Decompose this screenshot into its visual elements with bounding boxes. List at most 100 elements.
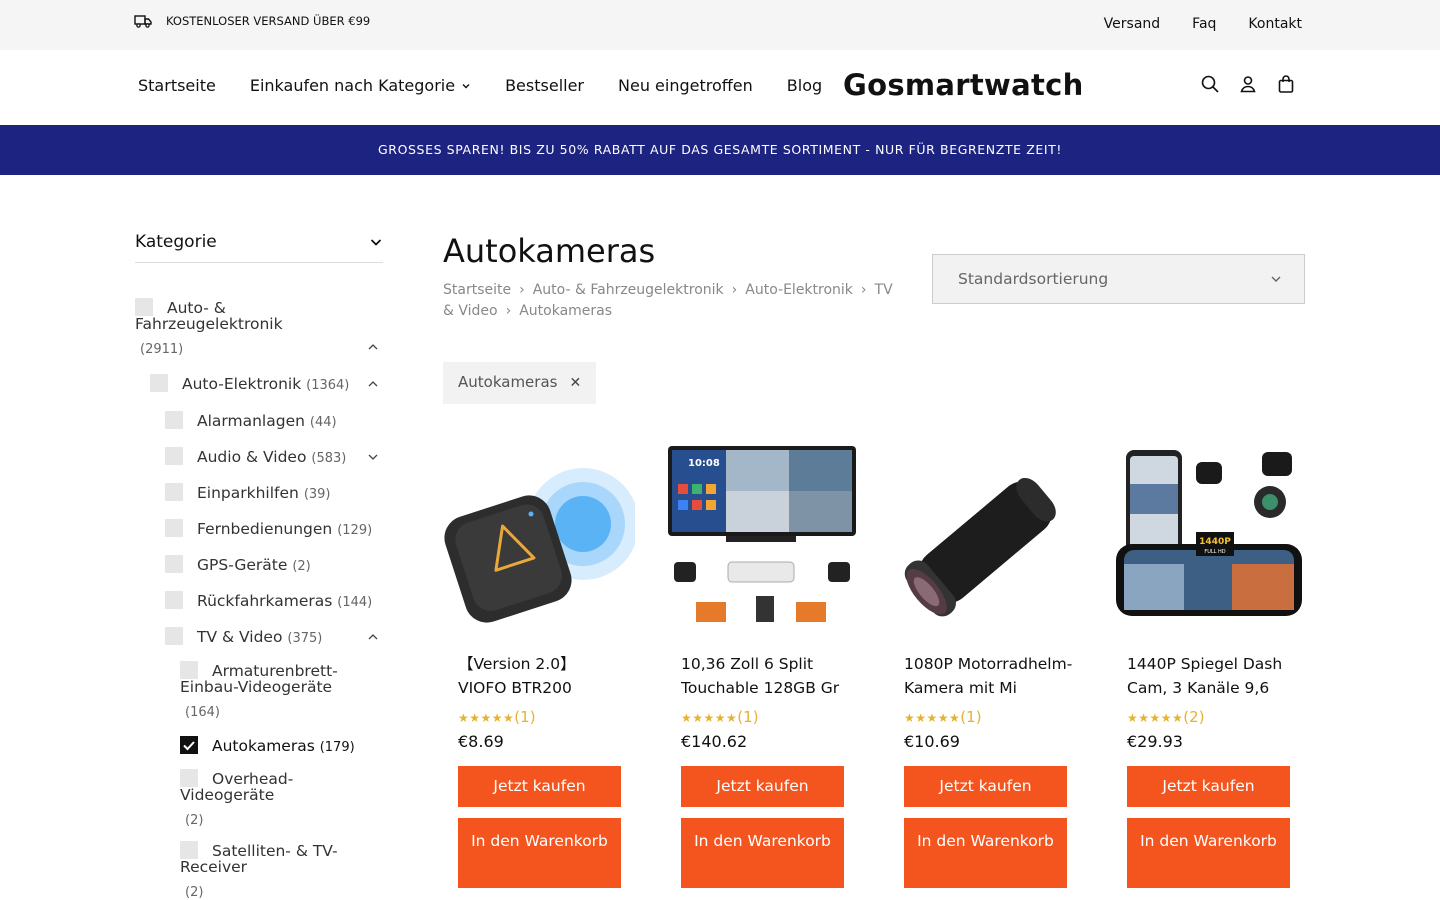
add-to-cart-button[interactable]: In den Warenkorb: [458, 818, 621, 888]
product-name[interactable]: 10,36 Zoll 6 Split Touchable 128GB Gr: [681, 652, 851, 700]
active-filter-chip[interactable]: Autokameras ✕: [443, 362, 596, 404]
product-card: 1080P Motorradhelm-Kamera mit Mi ★★★★★(1…: [889, 444, 1081, 888]
chevron-down-icon: [462, 83, 470, 88]
chevron-up-icon[interactable]: [367, 378, 379, 390]
category-label: Satelliten- & TV-Receiver: [180, 842, 338, 876]
image-badge-subtext: FULL HD: [1204, 549, 1225, 555]
checkbox[interactable]: [165, 555, 183, 573]
main-nav: Startseite Einkaufen nach Kategorie Best…: [138, 76, 822, 95]
checkbox[interactable]: [150, 374, 168, 392]
breadcrumb-link[interactable]: Auto-Elektronik: [745, 282, 853, 298]
chevron-right-icon: ›: [519, 282, 525, 298]
chevron-up-icon[interactable]: [367, 341, 379, 353]
checkbox-checked[interactable]: [180, 736, 198, 754]
category-filter-header[interactable]: Kategorie: [135, 232, 383, 263]
buy-now-button[interactable]: Jetzt kaufen: [458, 766, 621, 807]
product-image[interactable]: 10:08: [666, 444, 858, 636]
product-name[interactable]: 【Version 2.0】 VIOFO BTR200 Bluetooth: [458, 652, 628, 700]
category-count: (179): [319, 740, 355, 755]
product-card: 10:08 10,36 Zoll 6 Split Touchable 128GB…: [666, 444, 858, 888]
add-to-cart-button[interactable]: In den Warenkorb: [681, 818, 844, 888]
link-kontakt[interactable]: Kontakt: [1248, 16, 1302, 32]
product-card: 1440P FULL HD 1440P Spiegel Dash Cam, 3 …: [1112, 444, 1304, 888]
nav-neu[interactable]: Neu eingetroffen: [618, 76, 753, 95]
category-count: (44): [309, 415, 337, 430]
product-rating: ★★★★★(2): [1127, 708, 1205, 726]
product-price: €8.69: [458, 732, 504, 751]
category-item[interactable]: TV & Video (375): [165, 627, 322, 646]
category-count: (2): [292, 559, 311, 574]
shipping-text: KOSTENLOSER VERSAND ÜBER €99: [166, 14, 371, 28]
link-faq[interactable]: Faq: [1192, 16, 1216, 32]
account-icon[interactable]: [1238, 74, 1258, 94]
product-name[interactable]: 1080P Motorradhelm-Kamera mit Mi: [904, 652, 1074, 700]
checkbox[interactable]: [180, 661, 198, 679]
category-label: Armaturenbrett-Einbau-Videogeräte: [180, 662, 338, 696]
chevron-up-icon[interactable]: [367, 631, 379, 643]
star-icons: ★★★★★: [904, 711, 961, 725]
category-count: (164): [185, 705, 220, 720]
close-icon[interactable]: ✕: [569, 375, 581, 391]
sort-select[interactable]: Standardsortierung: [932, 254, 1305, 304]
category-item[interactable]: Overhead-Videogeräte (2): [180, 769, 365, 829]
category-item[interactable]: Armaturenbrett-Einbau-Videogeräte (164): [180, 661, 365, 721]
checkbox[interactable]: [135, 298, 153, 316]
nav-bestseller[interactable]: Bestseller: [505, 76, 584, 95]
checkbox[interactable]: [180, 841, 198, 859]
category-item[interactable]: Rückfahrkameras (144): [165, 591, 372, 610]
site-logo[interactable]: Gosmartwatch: [843, 68, 1084, 102]
category-item-selected[interactable]: Autokameras (179): [180, 736, 355, 755]
category-label: Rückfahrkameras: [197, 592, 333, 610]
product-image[interactable]: 1440P FULL HD: [1112, 444, 1304, 636]
category-item[interactable]: Fernbedienungen (129): [165, 519, 372, 538]
category-item[interactable]: Alarmanlagen (44): [165, 411, 337, 430]
product-image[interactable]: [889, 444, 1081, 636]
add-to-cart-button[interactable]: In den Warenkorb: [1127, 818, 1290, 888]
category-label: GPS-Geräte: [197, 556, 288, 574]
nav-kategorie-label: Einkaufen nach Kategorie: [249, 76, 456, 95]
chevron-down-icon: [1271, 276, 1281, 282]
link-versand[interactable]: Versand: [1104, 16, 1161, 32]
cart-icon[interactable]: [1276, 74, 1296, 94]
product-rating: ★★★★★(1): [681, 708, 759, 726]
category-item[interactable]: Satelliten- & TV-Receiver (2): [180, 841, 365, 900]
star-icons: ★★★★★: [681, 711, 738, 725]
breadcrumb-link[interactable]: Startseite: [443, 282, 511, 298]
breadcrumb-current: Autokameras: [519, 303, 613, 319]
category-item[interactable]: GPS-Geräte (2): [165, 555, 311, 574]
buy-now-button[interactable]: Jetzt kaufen: [1127, 766, 1290, 807]
product-rating: ★★★★★(1): [904, 708, 982, 726]
buy-now-button[interactable]: Jetzt kaufen: [904, 766, 1067, 807]
search-icon[interactable]: [1200, 74, 1220, 94]
nav-blog[interactable]: Blog: [787, 76, 822, 95]
breadcrumb-link[interactable]: Auto- & Fahrzeugelektronik: [533, 282, 724, 298]
product-image[interactable]: [443, 444, 635, 636]
checkbox[interactable]: [180, 769, 198, 787]
category-sidebar: Kategorie: [135, 232, 383, 263]
product-rating: ★★★★★(1): [458, 708, 536, 726]
checkbox[interactable]: [165, 411, 183, 429]
header-icons: [1200, 74, 1296, 94]
nav-kategorie[interactable]: Einkaufen nach Kategorie: [250, 76, 471, 95]
nav-startseite[interactable]: Startseite: [138, 76, 216, 95]
product-price: €29.93: [1127, 732, 1183, 751]
category-item[interactable]: Auto- & Fahrzeugelektronik (2911): [135, 298, 345, 358]
checkbox[interactable]: [165, 447, 183, 465]
category-item[interactable]: Auto-Elektronik (1364): [150, 374, 349, 393]
chevron-down-icon[interactable]: [367, 451, 379, 463]
add-to-cart-button[interactable]: In den Warenkorb: [904, 818, 1067, 888]
checkbox[interactable]: [165, 519, 183, 537]
category-item[interactable]: Einparkhilfen (39): [165, 483, 331, 502]
product-name[interactable]: 1440P Spiegel Dash Cam, 3 Kanäle 9,6: [1127, 652, 1297, 700]
checkbox[interactable]: [165, 591, 183, 609]
review-count: (1): [737, 708, 759, 726]
review-count: (1): [514, 708, 536, 726]
checkbox[interactable]: [165, 483, 183, 501]
category-label: Einparkhilfen: [197, 484, 299, 502]
checkbox[interactable]: [165, 627, 183, 645]
buy-now-button[interactable]: Jetzt kaufen: [681, 766, 844, 807]
truck-icon: [134, 14, 152, 28]
category-count: (144): [337, 595, 373, 610]
category-item[interactable]: Audio & Video (583): [165, 447, 346, 466]
site-header: Startseite Einkaufen nach Kategorie Best…: [0, 50, 1440, 125]
